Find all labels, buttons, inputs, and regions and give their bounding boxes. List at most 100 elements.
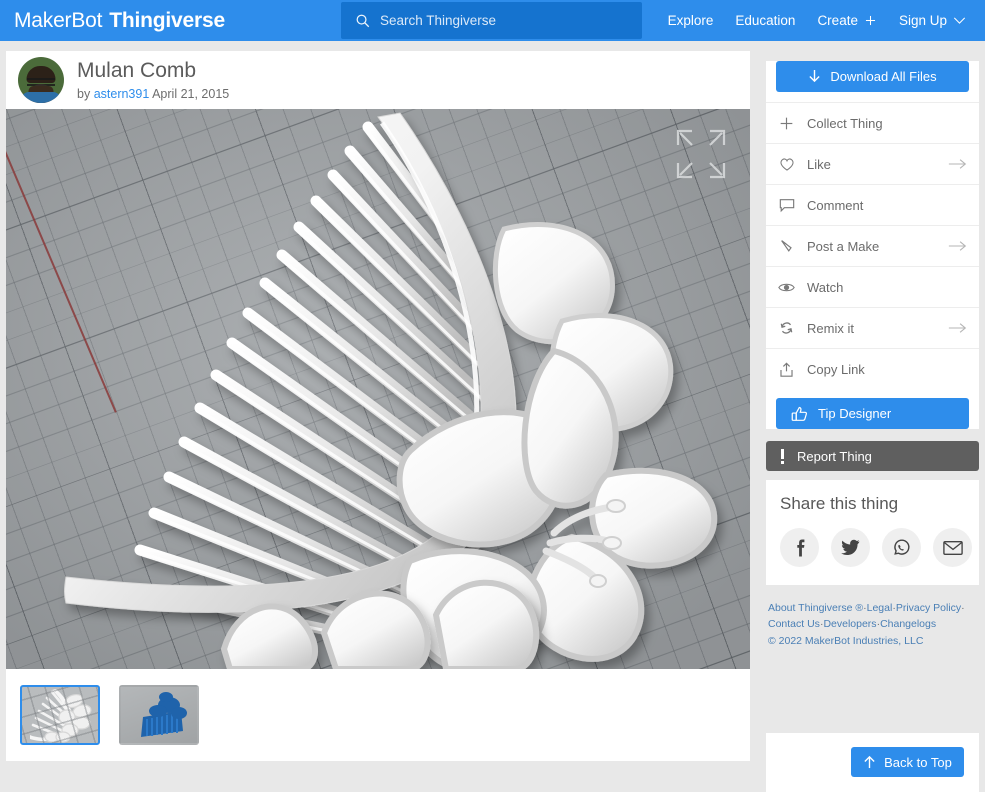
arrow-right-icon <box>948 159 967 169</box>
share-twitter-button[interactable] <box>831 528 870 567</box>
avatar-glasses <box>27 77 55 86</box>
action-collect-thing[interactable]: Collect Thing <box>766 103 979 144</box>
footer-line-2: Contact Us·Developers·Changelogs <box>768 616 979 632</box>
footer-link-contact-us[interactable]: Contact Us <box>768 618 820 630</box>
tip-designer-label: Tip Designer <box>818 406 892 421</box>
footer-sep: · <box>961 602 965 614</box>
share-buttons-row <box>780 528 979 567</box>
nav-item-education[interactable]: Education <box>724 0 806 41</box>
thumbnail-strip <box>6 669 750 761</box>
sidebar-action-list: Collect Thing Like Comment Post a Make W… <box>766 102 979 390</box>
arrow-right-icon <box>948 323 967 333</box>
search-icon <box>356 14 370 28</box>
share-panel: Share this thing <box>766 480 979 585</box>
avatar[interactable] <box>18 57 64 103</box>
comment-bubble-icon <box>778 197 795 214</box>
thing-byline: by astern391 April 21, 2015 <box>77 87 229 101</box>
report-thing-button[interactable]: Report Thing <box>766 441 979 471</box>
footer-line-1: About Thingiverse ®·Legal·Privacy Policy… <box>768 600 979 616</box>
remix-cycle-icon <box>778 320 795 337</box>
chevron-down-icon <box>953 17 966 24</box>
email-icon <box>942 540 963 555</box>
twitter-icon <box>841 539 860 556</box>
back-to-top-label: Back to Top <box>884 754 952 770</box>
eye-icon <box>778 279 795 296</box>
nav-item-create[interactable]: Create <box>806 0 888 41</box>
action-label: Watch <box>807 279 844 295</box>
nav-label-create: Create <box>817 13 858 28</box>
action-label: Comment <box>807 197 864 213</box>
footer-link-about[interactable]: About Thingiverse ® <box>768 602 863 614</box>
avatar-shirt <box>21 92 61 103</box>
page-body: Mulan Comb by astern391 April 21, 2015 D… <box>0 41 985 792</box>
action-copy-link[interactable]: Copy Link <box>766 349 979 390</box>
thing-header: Mulan Comb by astern391 April 21, 2015 <box>6 51 750 109</box>
share-email-button[interactable] <box>933 528 972 567</box>
footer-link-legal[interactable]: Legal <box>867 602 893 614</box>
footer-link-developers[interactable]: Developers <box>823 618 876 630</box>
tip-designer-button[interactable]: Tip Designer <box>776 398 969 429</box>
sidebar-footer: About Thingiverse ®·Legal·Privacy Policy… <box>766 600 979 649</box>
footer-link-privacy-policy[interactable]: Privacy Policy <box>896 602 961 614</box>
action-label: Collect Thing <box>807 115 883 131</box>
heart-icon <box>778 156 795 173</box>
nav-links: Explore Education Create Sign Up <box>657 0 977 41</box>
action-label: Post a Make <box>807 238 880 254</box>
share-upload-icon <box>778 361 795 378</box>
arrow-up-icon <box>864 755 875 769</box>
sidebar-actions-panel: Download All Files Collect Thing Like Co… <box>766 61 979 429</box>
plus-icon <box>865 15 876 26</box>
nav-label-signup: Sign Up <box>898 13 947 28</box>
author-link[interactable]: astern391 <box>94 87 150 101</box>
action-label: Remix it <box>807 320 854 336</box>
action-label: Like <box>807 156 831 172</box>
comb-model-svg <box>64 112 718 669</box>
comb-model <box>6 109 750 669</box>
expand-fullscreen-icon[interactable] <box>672 125 730 183</box>
nav-label-explore: Explore <box>667 13 714 28</box>
thumbs-up-icon <box>791 406 808 421</box>
download-all-files-button[interactable]: Download All Files <box>776 61 969 92</box>
top-navigation-bar: MakerBot Thingiverse Explore Education C… <box>0 0 985 41</box>
nav-item-explore[interactable]: Explore <box>657 0 725 41</box>
thing-sidebar: Download All Files Collect Thing Like Co… <box>766 51 979 649</box>
byline-prefix: by <box>77 87 91 102</box>
share-title: Share this thing <box>780 494 899 513</box>
report-thing-label: Report Thing <box>797 448 872 464</box>
nav-label-education: Education <box>735 13 796 28</box>
thing-title-block: Mulan Comb by astern391 April 21, 2015 <box>77 59 229 101</box>
thumbnail-printed-comb <box>141 692 187 737</box>
printed-photo-thumbnail[interactable] <box>119 685 199 745</box>
share-facebook-button[interactable] <box>780 528 819 567</box>
brand-makerbot: MakerBot <box>14 8 103 32</box>
search-input[interactable] <box>380 13 620 28</box>
action-label: Copy Link <box>807 362 865 377</box>
download-all-files-label: Download All Files <box>830 69 937 84</box>
arrow-right-icon <box>948 241 967 251</box>
action-remix-it[interactable]: Remix it <box>766 308 979 349</box>
action-comment[interactable]: Comment <box>766 185 979 226</box>
thing-3d-viewer[interactable] <box>6 109 750 669</box>
facebook-icon <box>796 539 804 556</box>
footer-copyright: © 2022 MakerBot Industries, LLC <box>768 634 924 647</box>
3d-render-thumbnail[interactable] <box>20 685 100 745</box>
brand-thingiverse: Thingiverse <box>109 8 225 32</box>
whatsapp-icon <box>894 539 910 555</box>
exclamation-icon <box>781 448 784 464</box>
thing-main-column: Mulan Comb by astern391 April 21, 2015 <box>6 51 750 761</box>
back-to-top-button[interactable]: Back to Top <box>851 747 964 777</box>
footer-link-changelogs[interactable]: Changelogs <box>880 618 936 630</box>
nav-item-signup[interactable]: Sign Up <box>888 0 977 41</box>
page-title: Mulan Comb <box>77 58 197 82</box>
download-arrow-icon <box>809 70 821 83</box>
thumbnail-grid-bg <box>22 687 98 743</box>
action-like[interactable]: Like <box>766 144 979 185</box>
site-logo[interactable]: MakerBot Thingiverse <box>14 9 225 33</box>
pencil-icon <box>778 238 795 255</box>
action-post-a-make[interactable]: Post a Make <box>766 226 979 267</box>
share-whatsapp-button[interactable] <box>882 528 921 567</box>
publish-date: April 21, 2015 <box>152 87 230 102</box>
plus-icon <box>778 115 795 132</box>
search-bar[interactable] <box>341 2 642 39</box>
action-watch[interactable]: Watch <box>766 267 979 308</box>
